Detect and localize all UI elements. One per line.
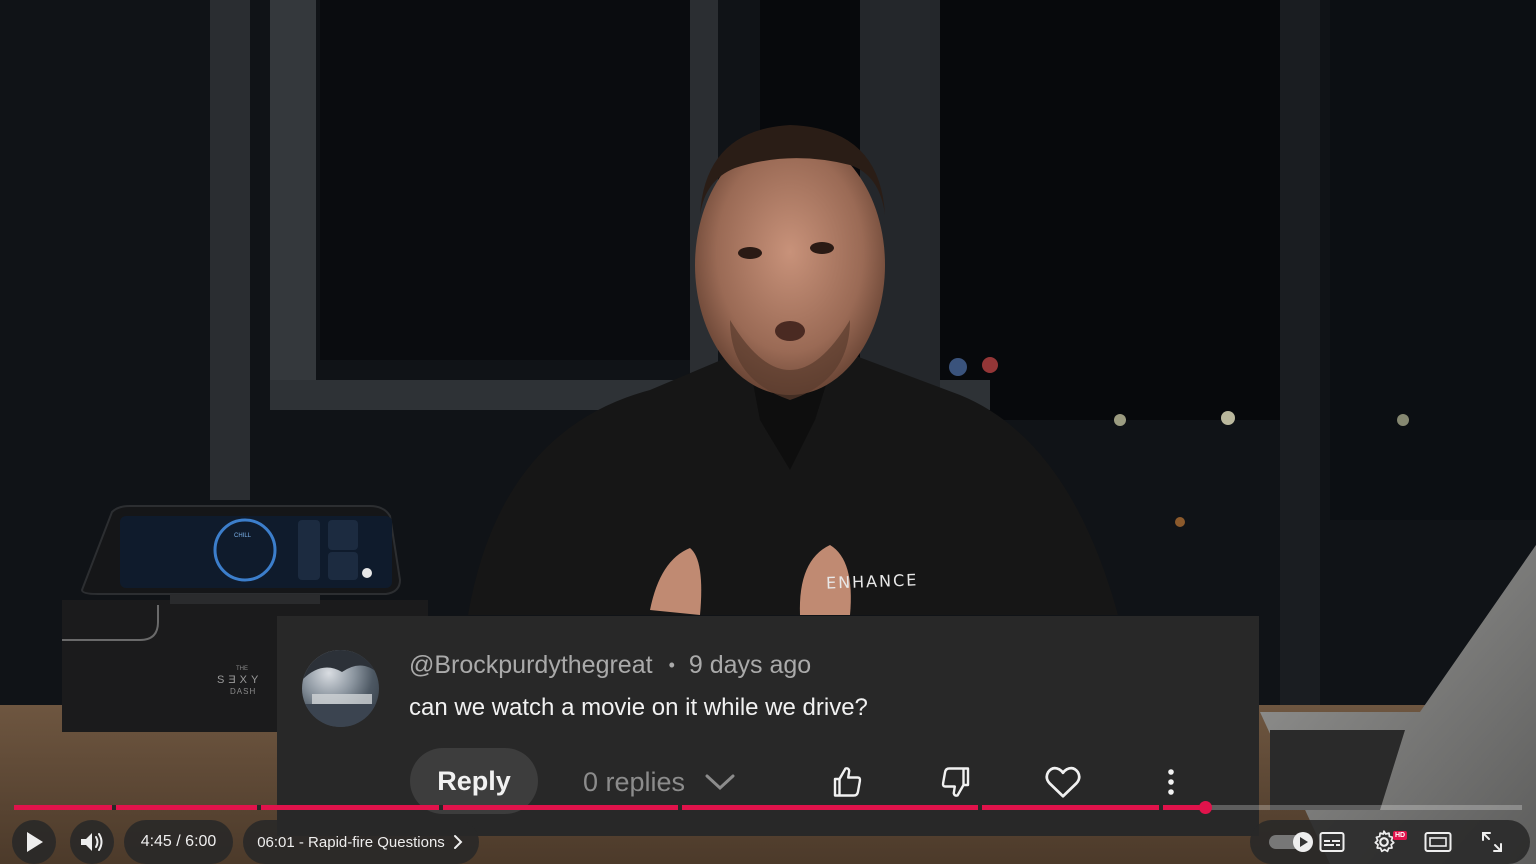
like-button[interactable]: [827, 760, 867, 804]
dash-mode-label: CHILL: [234, 533, 252, 539]
time-display: 4:45 / 6:00: [124, 820, 233, 864]
captions-button[interactable]: [1316, 826, 1348, 858]
time-display-text: 4:45 / 6:00: [140, 833, 217, 850]
chevron-down-icon: [705, 774, 735, 791]
thumbs-down-icon: [941, 767, 970, 797]
avatar-image: [302, 650, 379, 727]
autoplay-toggle-icon: [1269, 832, 1313, 852]
theater-mode-button[interactable]: [1422, 826, 1454, 858]
more-vertical-icon: [1168, 769, 1174, 795]
comment-meta: @Brockpurdythegreat • 9 days ago: [409, 648, 811, 682]
play-button[interactable]: [12, 820, 56, 864]
replies-toggle[interactable]: 0 replies: [583, 760, 735, 804]
thumbs-up-icon: [833, 767, 862, 797]
box-text-main: SƎXY: [217, 674, 263, 686]
comment-author[interactable]: @Brockpurdythegreat: [409, 651, 653, 680]
reply-button-label: Reply: [437, 765, 511, 796]
replies-count: 0 replies: [583, 766, 686, 797]
play-icon: [27, 832, 43, 852]
box-text-top: THE: [236, 666, 248, 672]
heart-button[interactable]: [1043, 760, 1083, 804]
progress-played: [14, 805, 1206, 810]
theater-mode-icon: [1424, 832, 1452, 852]
chapter-marker: [112, 805, 116, 810]
chapter-marker: [978, 805, 982, 810]
chapter-marker: [678, 805, 682, 810]
dislike-button[interactable]: [936, 760, 976, 804]
chapter-button[interactable]: 06:01 - Rapid-fire Questions: [243, 820, 479, 864]
more-options-button[interactable]: [1151, 760, 1191, 804]
comment-text: can we watch a movie on it while we driv…: [409, 694, 868, 721]
heart-icon: [1045, 766, 1081, 798]
chapter-marker: [439, 805, 443, 810]
captions-icon: [1319, 832, 1345, 852]
right-controls: [1250, 820, 1530, 864]
chevron-right-icon: [453, 835, 463, 849]
volume-button[interactable]: [70, 820, 114, 864]
volume-icon: [81, 833, 103, 851]
autoplay-toggle[interactable]: [1264, 826, 1320, 858]
fullscreen-icon: [1482, 832, 1502, 852]
chapter-label: 06:01 - Rapid-fire Questions: [257, 833, 445, 851]
shirt-logo: ENHANCE: [825, 570, 919, 593]
progress-bar[interactable]: [14, 805, 1522, 810]
box-text-sub: DASH: [230, 687, 257, 696]
chapter-marker: [1159, 805, 1163, 810]
avatar[interactable]: [302, 650, 379, 727]
comment-timestamp[interactable]: 9 days ago: [689, 651, 811, 680]
meta-separator: •: [668, 654, 675, 675]
fullscreen-button[interactable]: [1476, 826, 1508, 858]
chapter-marker: [257, 805, 261, 810]
hd-badge: HD: [1393, 831, 1407, 840]
